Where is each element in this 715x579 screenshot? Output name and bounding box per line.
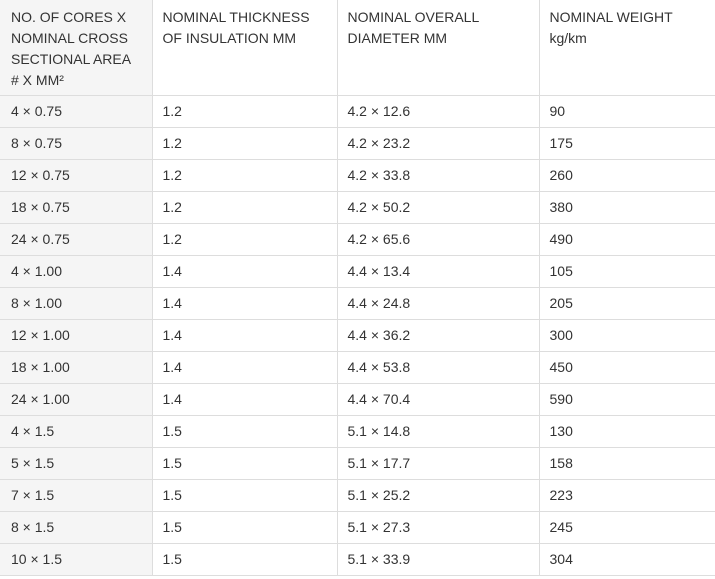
cell-diameter: 5.1 × 33.9 [336, 542, 540, 576]
cell-insulation: 1.5 [151, 414, 338, 448]
cell-insulation: 1.2 [151, 222, 338, 256]
cell-diameter: 4.2 × 23.2 [336, 126, 540, 160]
cell-diameter: 5.1 × 17.7 [336, 446, 540, 480]
cell-weight: 304 [538, 542, 715, 576]
cell-cores: 4 × 0.75 [0, 94, 153, 128]
cell-weight: 450 [538, 350, 715, 384]
table-row: 18 × 1.00 1.4 4.4 × 53.8 450 [0, 350, 715, 384]
cell-insulation: 1.4 [151, 382, 338, 416]
cell-cores: 12 × 1.00 [0, 318, 153, 352]
cell-diameter: 4.2 × 65.6 [336, 222, 540, 256]
cell-diameter: 4.4 × 53.8 [336, 350, 540, 384]
cell-cores: 18 × 1.00 [0, 350, 153, 384]
cell-diameter: 4.4 × 24.8 [336, 286, 540, 320]
table-row: 4 × 1.00 1.4 4.4 × 13.4 105 [0, 254, 715, 288]
cell-insulation: 1.5 [151, 510, 338, 544]
cell-cores: 24 × 1.00 [0, 382, 153, 416]
table-row: 8 × 1.00 1.4 4.4 × 24.8 205 [0, 286, 715, 320]
cell-weight: 90 [538, 94, 715, 128]
cell-cores: 8 × 1.5 [0, 510, 153, 544]
cell-insulation: 1.2 [151, 190, 338, 224]
cell-diameter: 4.2 × 50.2 [336, 190, 540, 224]
cell-cores: 5 × 1.5 [0, 446, 153, 480]
table-row: 12 × 1.00 1.4 4.4 × 36.2 300 [0, 318, 715, 352]
cell-weight: 490 [538, 222, 715, 256]
cell-insulation: 1.5 [151, 446, 338, 480]
table-header-row: NO. OF CORES X NOMINAL CROSS SECTIONAL A… [0, 0, 715, 96]
cell-weight: 245 [538, 510, 715, 544]
table-row: 4 × 0.75 1.2 4.2 × 12.6 90 [0, 94, 715, 128]
cell-diameter: 5.1 × 14.8 [336, 414, 540, 448]
header-insulation-thickness: NOMINAL THICKNESS OF INSULATION MM [151, 0, 338, 96]
table-row: 4 × 1.5 1.5 5.1 × 14.8 130 [0, 414, 715, 448]
cell-diameter: 4.4 × 70.4 [336, 382, 540, 416]
cell-weight: 130 [538, 414, 715, 448]
table-row: 5 × 1.5 1.5 5.1 × 17.7 158 [0, 446, 715, 480]
cell-weight: 158 [538, 446, 715, 480]
header-cores-cross-section: NO. OF CORES X NOMINAL CROSS SECTIONAL A… [0, 0, 153, 96]
cell-weight: 223 [538, 478, 715, 512]
cell-weight: 380 [538, 190, 715, 224]
cell-insulation: 1.5 [151, 542, 338, 576]
table-row: 10 × 1.5 1.5 5.1 × 33.9 304 [0, 542, 715, 576]
cell-weight: 175 [538, 126, 715, 160]
cell-diameter: 4.2 × 33.8 [336, 158, 540, 192]
cell-cores: 12 × 0.75 [0, 158, 153, 192]
header-nominal-weight: NOMINAL WEIGHT kg/km [538, 0, 715, 96]
table-row: 7 × 1.5 1.5 5.1 × 25.2 223 [0, 478, 715, 512]
cable-specification-table: NO. OF CORES X NOMINAL CROSS SECTIONAL A… [0, 0, 715, 576]
cell-insulation: 1.5 [151, 478, 338, 512]
cell-cores: 4 × 1.5 [0, 414, 153, 448]
cell-insulation: 1.4 [151, 350, 338, 384]
table-row: 8 × 0.75 1.2 4.2 × 23.2 175 [0, 126, 715, 160]
table-row: 8 × 1.5 1.5 5.1 × 27.3 245 [0, 510, 715, 544]
table-row: 24 × 1.00 1.4 4.4 × 70.4 590 [0, 382, 715, 416]
cell-cores: 24 × 0.75 [0, 222, 153, 256]
cell-insulation: 1.2 [151, 126, 338, 160]
cell-cores: 7 × 1.5 [0, 478, 153, 512]
cell-cores: 4 × 1.00 [0, 254, 153, 288]
cell-weight: 260 [538, 158, 715, 192]
cell-diameter: 4.2 × 12.6 [336, 94, 540, 128]
cell-cores: 18 × 0.75 [0, 190, 153, 224]
cell-insulation: 1.2 [151, 158, 338, 192]
cell-weight: 105 [538, 254, 715, 288]
cell-weight: 590 [538, 382, 715, 416]
cell-insulation: 1.4 [151, 286, 338, 320]
header-overall-diameter: NOMINAL OVERALL DIAMETER MM [336, 0, 540, 96]
cell-diameter: 5.1 × 27.3 [336, 510, 540, 544]
cell-insulation: 1.2 [151, 94, 338, 128]
cell-cores: 8 × 0.75 [0, 126, 153, 160]
table-row: 12 × 0.75 1.2 4.2 × 33.8 260 [0, 158, 715, 192]
cell-cores: 10 × 1.5 [0, 542, 153, 576]
table-row: 24 × 0.75 1.2 4.2 × 65.6 490 [0, 222, 715, 256]
cell-diameter: 5.1 × 25.2 [336, 478, 540, 512]
cell-insulation: 1.4 [151, 254, 338, 288]
cell-insulation: 1.4 [151, 318, 338, 352]
cell-cores: 8 × 1.00 [0, 286, 153, 320]
cell-diameter: 4.4 × 36.2 [336, 318, 540, 352]
cell-weight: 300 [538, 318, 715, 352]
cell-diameter: 4.4 × 13.4 [336, 254, 540, 288]
table-row: 18 × 0.75 1.2 4.2 × 50.2 380 [0, 190, 715, 224]
cell-weight: 205 [538, 286, 715, 320]
